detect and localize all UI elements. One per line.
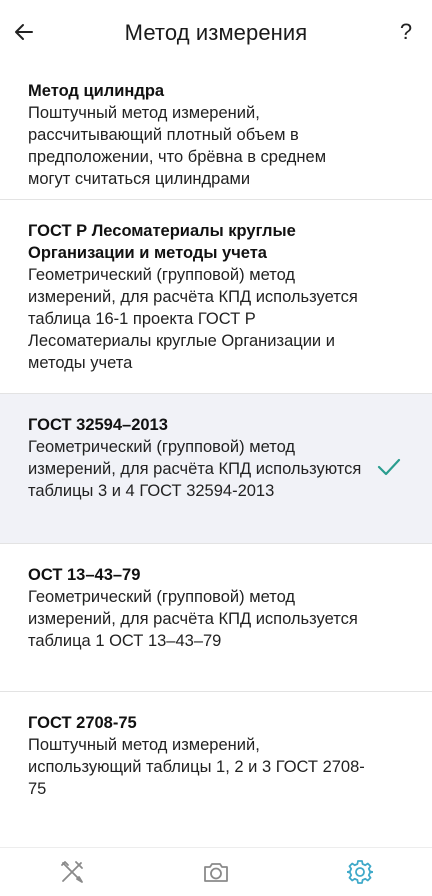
method-title: ГОСТ 2708-75 xyxy=(28,714,137,732)
method-item[interactable]: ОСТ 13–43–79 Геометрический (групповой) … xyxy=(0,544,432,692)
nav-camera[interactable] xyxy=(186,852,246,892)
check-icon xyxy=(377,458,401,476)
nav-tools[interactable] xyxy=(42,852,102,892)
nav-settings[interactable] xyxy=(330,852,390,892)
method-title: ГОСТ Р Лесоматериалы круглые Организации… xyxy=(28,222,296,262)
arrow-left-icon xyxy=(15,24,33,40)
method-item[interactable]: ГОСТ Р Лесоматериалы круглые Организации… xyxy=(0,200,432,394)
page-title: Метод измерения xyxy=(124,20,308,45)
app-header: Метод измерения ? xyxy=(0,0,432,66)
method-item-selected[interactable]: ГОСТ 32594–2013 Геометрический (группово… xyxy=(0,394,432,544)
method-list: Метод цилиндра Поштучный метод измерений… xyxy=(0,66,432,848)
method-item[interactable]: ГОСТ 2708-75 Поштучный метод измерений, … xyxy=(0,692,432,832)
method-description: Поштучный метод измерений, рассчитывающи… xyxy=(28,104,327,188)
gear-icon xyxy=(347,860,373,884)
method-description: Геометрический (групповой) метод измерен… xyxy=(28,588,358,650)
method-description: Геометрический (групповой) метод измерен… xyxy=(28,438,362,500)
method-description: Поштучный метод измерений, использующий … xyxy=(28,736,365,798)
bottom-navigation xyxy=(0,847,432,896)
method-title: Метод цилиндра xyxy=(28,82,165,100)
method-title: ОСТ 13–43–79 xyxy=(28,566,141,584)
back-button[interactable] xyxy=(6,14,42,50)
method-description: Геометрический (групповой) метод измерен… xyxy=(28,266,358,372)
camera-icon xyxy=(204,863,228,882)
method-title: ГОСТ 32594–2013 xyxy=(28,416,168,434)
method-item[interactable]: Метод цилиндра Поштучный метод измерений… xyxy=(0,66,432,200)
help-button[interactable]: ? xyxy=(390,14,422,50)
tools-icon xyxy=(61,861,83,883)
